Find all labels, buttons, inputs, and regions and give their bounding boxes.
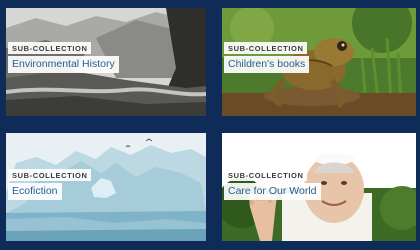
collection-title[interactable]: Ecofiction <box>8 183 62 200</box>
collection-card-environmental-history[interactable]: SUB-COLLECTION Environmental History <box>6 8 206 116</box>
card-label: SUB-COLLECTION Ecofiction <box>8 165 92 200</box>
sub-collection-tag: SUB-COLLECTION <box>8 42 92 54</box>
card-label: SUB-COLLECTION Children's books <box>224 38 310 73</box>
card-label: SUB-COLLECTION Care for Our World <box>224 165 321 200</box>
collection-title[interactable]: Environmental History <box>8 56 119 73</box>
sub-collection-tag: SUB-COLLECTION <box>224 42 308 54</box>
collection-card-ecofiction[interactable]: SUB-COLLECTION Ecofiction <box>6 133 206 241</box>
sub-collection-tag: SUB-COLLECTION <box>224 169 308 181</box>
collection-title[interactable]: Care for Our World <box>224 183 321 200</box>
sub-collection-tag: SUB-COLLECTION <box>8 169 92 181</box>
collection-card-childrens-books[interactable]: SUB-COLLECTION Children's books <box>222 8 416 116</box>
card-label: SUB-COLLECTION Environmental History <box>8 38 119 73</box>
sub-collection-grid: SUB-COLLECTION Environmental History SUB… <box>0 0 420 250</box>
collection-card-care-for-our-world[interactable]: SUB-COLLECTION Care for Our World <box>222 133 416 241</box>
collection-title[interactable]: Children's books <box>224 56 310 73</box>
